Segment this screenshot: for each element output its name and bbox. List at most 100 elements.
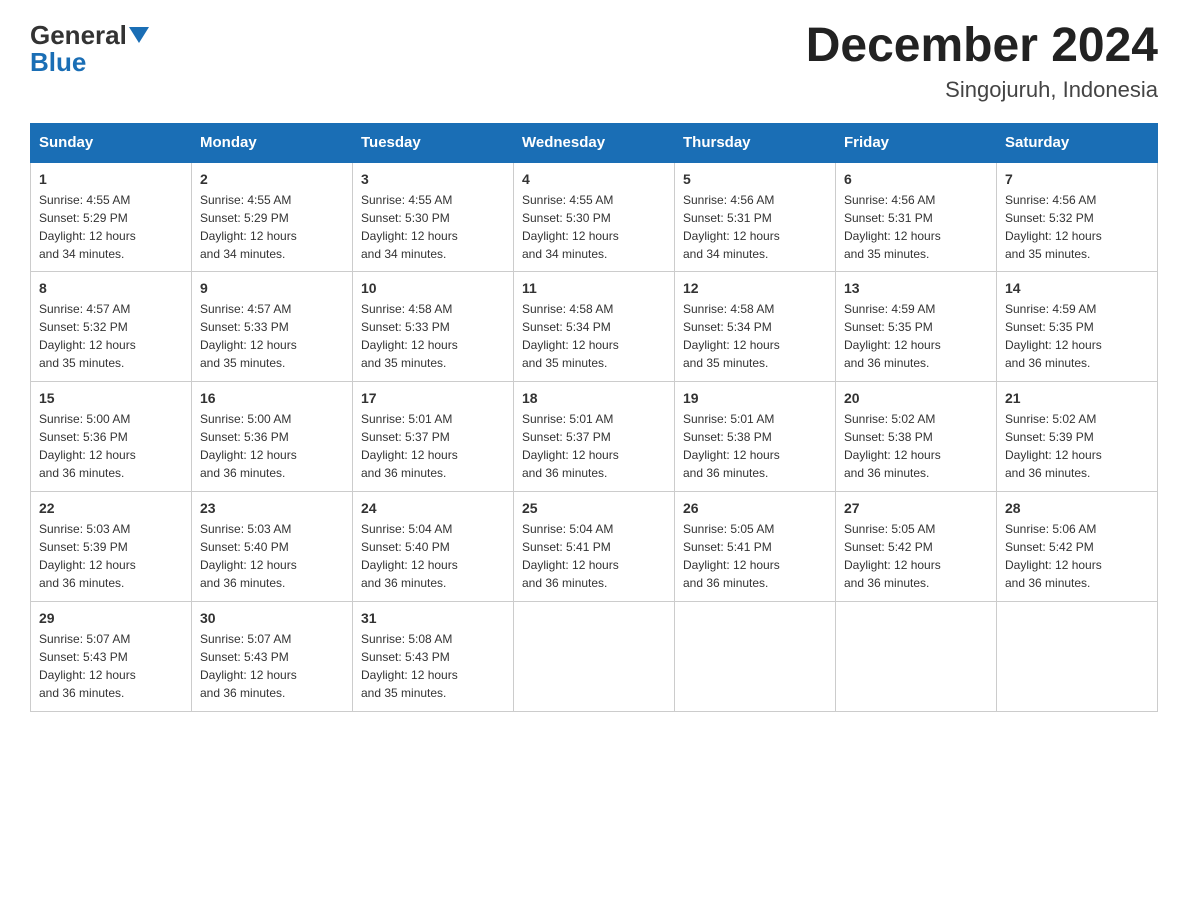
day-number: 7 bbox=[1005, 171, 1149, 187]
daylight-minutes: and 35 minutes. bbox=[683, 356, 768, 370]
daylight-minutes: and 35 minutes. bbox=[522, 356, 607, 370]
sunset-label: Sunset: 5:34 PM bbox=[522, 320, 611, 334]
calendar-cell: 6 Sunrise: 4:56 AM Sunset: 5:31 PM Dayli… bbox=[836, 162, 997, 272]
daylight-minutes: and 36 minutes. bbox=[39, 576, 124, 590]
sunrise-label: Sunrise: 4:56 AM bbox=[844, 193, 935, 207]
calendar-cell: 1 Sunrise: 4:55 AM Sunset: 5:29 PM Dayli… bbox=[31, 162, 192, 272]
day-number: 11 bbox=[522, 280, 666, 296]
day-number: 20 bbox=[844, 390, 988, 406]
daylight-label: Daylight: 12 hours bbox=[361, 338, 458, 352]
day-number: 16 bbox=[200, 390, 344, 406]
sunset-label: Sunset: 5:29 PM bbox=[39, 211, 128, 225]
day-number: 5 bbox=[683, 171, 827, 187]
daylight-minutes: and 36 minutes. bbox=[1005, 466, 1090, 480]
day-number: 22 bbox=[39, 500, 183, 516]
day-header-tuesday: Tuesday bbox=[353, 123, 514, 162]
day-info: Sunrise: 4:57 AM Sunset: 5:33 PM Dayligh… bbox=[200, 300, 344, 372]
calendar-week-row: 22 Sunrise: 5:03 AM Sunset: 5:39 PM Dayl… bbox=[31, 492, 1158, 602]
daylight-label: Daylight: 12 hours bbox=[522, 558, 619, 572]
sunrise-label: Sunrise: 5:02 AM bbox=[844, 412, 935, 426]
day-info: Sunrise: 4:56 AM Sunset: 5:32 PM Dayligh… bbox=[1005, 191, 1149, 263]
day-info: Sunrise: 4:58 AM Sunset: 5:33 PM Dayligh… bbox=[361, 300, 505, 372]
sunrise-label: Sunrise: 4:58 AM bbox=[522, 302, 613, 316]
day-info: Sunrise: 5:08 AM Sunset: 5:43 PM Dayligh… bbox=[361, 630, 505, 702]
day-number: 18 bbox=[522, 390, 666, 406]
calendar-cell: 22 Sunrise: 5:03 AM Sunset: 5:39 PM Dayl… bbox=[31, 492, 192, 602]
sunrise-label: Sunrise: 5:03 AM bbox=[39, 522, 130, 536]
day-number: 13 bbox=[844, 280, 988, 296]
day-number: 31 bbox=[361, 610, 505, 626]
calendar-week-row: 15 Sunrise: 5:00 AM Sunset: 5:36 PM Dayl… bbox=[31, 382, 1158, 492]
calendar-cell bbox=[997, 602, 1158, 712]
sunrise-label: Sunrise: 4:55 AM bbox=[522, 193, 613, 207]
title-block: December 2024 Singojuruh, Indonesia bbox=[806, 20, 1158, 103]
sunset-label: Sunset: 5:40 PM bbox=[361, 540, 450, 554]
day-info: Sunrise: 4:55 AM Sunset: 5:30 PM Dayligh… bbox=[522, 191, 666, 263]
calendar-cell: 28 Sunrise: 5:06 AM Sunset: 5:42 PM Dayl… bbox=[997, 492, 1158, 602]
sunrise-label: Sunrise: 4:57 AM bbox=[200, 302, 291, 316]
day-info: Sunrise: 5:07 AM Sunset: 5:43 PM Dayligh… bbox=[200, 630, 344, 702]
calendar-cell: 20 Sunrise: 5:02 AM Sunset: 5:38 PM Dayl… bbox=[836, 382, 997, 492]
day-number: 1 bbox=[39, 171, 183, 187]
calendar-cell: 15 Sunrise: 5:00 AM Sunset: 5:36 PM Dayl… bbox=[31, 382, 192, 492]
daylight-label: Daylight: 12 hours bbox=[361, 558, 458, 572]
day-info: Sunrise: 4:55 AM Sunset: 5:29 PM Dayligh… bbox=[200, 191, 344, 263]
logo-line2: Blue bbox=[30, 47, 86, 78]
daylight-label: Daylight: 12 hours bbox=[1005, 229, 1102, 243]
sunrise-label: Sunrise: 4:59 AM bbox=[844, 302, 935, 316]
day-number: 3 bbox=[361, 171, 505, 187]
daylight-minutes: and 36 minutes. bbox=[1005, 576, 1090, 590]
daylight-minutes: and 36 minutes. bbox=[683, 466, 768, 480]
sunrise-label: Sunrise: 5:05 AM bbox=[683, 522, 774, 536]
day-number: 10 bbox=[361, 280, 505, 296]
logo-triangle-icon bbox=[129, 27, 149, 43]
day-info: Sunrise: 4:58 AM Sunset: 5:34 PM Dayligh… bbox=[522, 300, 666, 372]
sunset-label: Sunset: 5:43 PM bbox=[200, 650, 289, 664]
calendar-cell bbox=[514, 602, 675, 712]
sunset-label: Sunset: 5:43 PM bbox=[361, 650, 450, 664]
logo: General Blue bbox=[30, 20, 149, 78]
calendar-cell: 19 Sunrise: 5:01 AM Sunset: 5:38 PM Dayl… bbox=[675, 382, 836, 492]
daylight-label: Daylight: 12 hours bbox=[361, 229, 458, 243]
daylight-label: Daylight: 12 hours bbox=[200, 448, 297, 462]
daylight-label: Daylight: 12 hours bbox=[361, 448, 458, 462]
calendar-week-row: 1 Sunrise: 4:55 AM Sunset: 5:29 PM Dayli… bbox=[31, 162, 1158, 272]
calendar-cell: 2 Sunrise: 4:55 AM Sunset: 5:29 PM Dayli… bbox=[192, 162, 353, 272]
daylight-minutes: and 34 minutes. bbox=[361, 247, 446, 261]
daylight-label: Daylight: 12 hours bbox=[683, 448, 780, 462]
daylight-label: Daylight: 12 hours bbox=[200, 558, 297, 572]
calendar-cell: 31 Sunrise: 5:08 AM Sunset: 5:43 PM Dayl… bbox=[353, 602, 514, 712]
day-number: 6 bbox=[844, 171, 988, 187]
calendar-cell: 23 Sunrise: 5:03 AM Sunset: 5:40 PM Dayl… bbox=[192, 492, 353, 602]
calendar-cell bbox=[675, 602, 836, 712]
daylight-minutes: and 36 minutes. bbox=[844, 576, 929, 590]
day-info: Sunrise: 4:59 AM Sunset: 5:35 PM Dayligh… bbox=[1005, 300, 1149, 372]
daylight-label: Daylight: 12 hours bbox=[200, 338, 297, 352]
calendar-cell: 5 Sunrise: 4:56 AM Sunset: 5:31 PM Dayli… bbox=[675, 162, 836, 272]
daylight-label: Daylight: 12 hours bbox=[1005, 558, 1102, 572]
day-info: Sunrise: 5:06 AM Sunset: 5:42 PM Dayligh… bbox=[1005, 520, 1149, 592]
sunrise-label: Sunrise: 5:01 AM bbox=[683, 412, 774, 426]
day-number: 27 bbox=[844, 500, 988, 516]
daylight-minutes: and 36 minutes. bbox=[200, 686, 285, 700]
sunset-label: Sunset: 5:37 PM bbox=[522, 430, 611, 444]
calendar-cell: 27 Sunrise: 5:05 AM Sunset: 5:42 PM Dayl… bbox=[836, 492, 997, 602]
day-info: Sunrise: 4:55 AM Sunset: 5:29 PM Dayligh… bbox=[39, 191, 183, 263]
sunrise-label: Sunrise: 4:58 AM bbox=[683, 302, 774, 316]
calendar-cell: 25 Sunrise: 5:04 AM Sunset: 5:41 PM Dayl… bbox=[514, 492, 675, 602]
sunset-label: Sunset: 5:36 PM bbox=[200, 430, 289, 444]
daylight-minutes: and 35 minutes. bbox=[39, 356, 124, 370]
day-info: Sunrise: 5:07 AM Sunset: 5:43 PM Dayligh… bbox=[39, 630, 183, 702]
daylight-minutes: and 34 minutes. bbox=[522, 247, 607, 261]
calendar-cell: 24 Sunrise: 5:04 AM Sunset: 5:40 PM Dayl… bbox=[353, 492, 514, 602]
sunset-label: Sunset: 5:36 PM bbox=[39, 430, 128, 444]
sunrise-label: Sunrise: 5:07 AM bbox=[39, 632, 130, 646]
calendar-cell: 17 Sunrise: 5:01 AM Sunset: 5:37 PM Dayl… bbox=[353, 382, 514, 492]
calendar-cell: 11 Sunrise: 4:58 AM Sunset: 5:34 PM Dayl… bbox=[514, 272, 675, 382]
day-number: 17 bbox=[361, 390, 505, 406]
day-info: Sunrise: 4:59 AM Sunset: 5:35 PM Dayligh… bbox=[844, 300, 988, 372]
sunrise-label: Sunrise: 5:00 AM bbox=[200, 412, 291, 426]
sunrise-label: Sunrise: 5:00 AM bbox=[39, 412, 130, 426]
day-header-friday: Friday bbox=[836, 123, 997, 162]
day-header-thursday: Thursday bbox=[675, 123, 836, 162]
